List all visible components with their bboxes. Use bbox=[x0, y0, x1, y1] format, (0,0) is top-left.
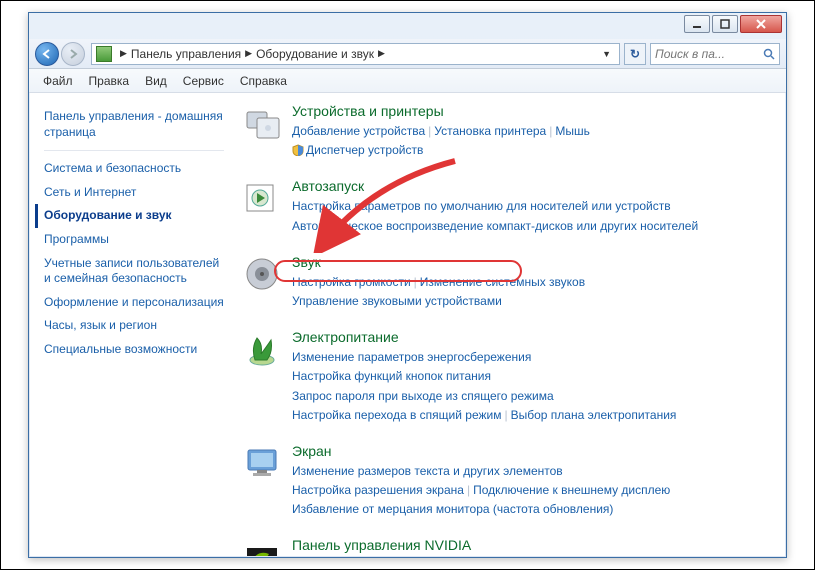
close-button[interactable] bbox=[740, 15, 782, 33]
sidebar-item[interactable]: Учетные записи пользователей и семейная … bbox=[44, 252, 224, 291]
task-link[interactable]: Диспетчер устройств bbox=[306, 143, 423, 157]
menu-сервис[interactable]: Сервис bbox=[175, 74, 232, 88]
content-area: Устройства и принтеры Добавление устройст… bbox=[230, 93, 785, 556]
category-nvidia[interactable]: Панель управления NVIDIA bbox=[292, 537, 773, 553]
breadcrumb-root[interactable]: Панель управления bbox=[131, 47, 241, 61]
sidebar-item[interactable]: Часы, язык и регион bbox=[44, 314, 224, 338]
autoplay-icon bbox=[242, 178, 282, 218]
menubar: ФайлПравкаВидСервисСправка bbox=[29, 69, 786, 93]
display-icon bbox=[242, 443, 282, 483]
task-link[interactable]: Добавление устройства bbox=[292, 124, 425, 138]
chevron-right-icon: ▶ bbox=[245, 48, 252, 59]
shield-icon bbox=[292, 144, 304, 156]
task-link[interactable]: Управление звуковыми устройствами bbox=[292, 294, 502, 308]
category-devices[interactable]: Устройства и принтеры bbox=[292, 103, 773, 119]
chevron-right-icon: ▶ bbox=[120, 48, 127, 59]
control-panel-icon bbox=[96, 46, 112, 62]
task-link[interactable]: Настройка разрешения экрана bbox=[292, 483, 464, 497]
breadcrumb-current[interactable]: Оборудование и звук bbox=[256, 47, 374, 61]
task-link[interactable]: Избавление от мерцания монитора (частота… bbox=[292, 502, 613, 516]
sidebar-item[interactable]: Оборудование и звук bbox=[35, 204, 224, 228]
task-link[interactable]: Установка принтера bbox=[434, 124, 546, 138]
task-link[interactable]: Настройка громкости bbox=[292, 275, 411, 289]
chevron-down-icon[interactable]: ▼ bbox=[602, 49, 611, 59]
menu-вид[interactable]: Вид bbox=[137, 74, 175, 88]
sidebar-item[interactable]: Сеть и Интернет bbox=[44, 181, 224, 205]
menu-правка[interactable]: Правка bbox=[81, 74, 138, 88]
search-icon bbox=[763, 48, 775, 60]
nvidia-icon bbox=[242, 537, 282, 556]
sidebar: Панель управления - домашняя страница Сис… bbox=[30, 93, 230, 556]
task-link[interactable]: Изменение размеров текста и других элеме… bbox=[292, 464, 563, 478]
menu-файл[interactable]: Файл bbox=[35, 74, 81, 88]
sidebar-item[interactable]: Оформление и персонализация bbox=[44, 291, 224, 315]
sound-icon bbox=[242, 254, 282, 294]
task-link[interactable]: Автоматическое воспроизведение компакт-д… bbox=[292, 219, 698, 233]
minimize-button[interactable] bbox=[684, 15, 710, 33]
category-autoplay[interactable]: Автозапуск bbox=[292, 178, 773, 194]
chevron-right-icon: ▶ bbox=[378, 48, 385, 59]
nav-back-button[interactable] bbox=[35, 42, 59, 66]
nav-forward-button bbox=[61, 42, 85, 66]
task-link[interactable]: Настройка параметров по умолчанию для но… bbox=[292, 199, 671, 213]
task-link[interactable]: Подключение к внешнему дисплею bbox=[473, 483, 670, 497]
category-sound[interactable]: Звук bbox=[292, 254, 773, 270]
sidebar-home[interactable]: Панель управления - домашняя страница bbox=[44, 105, 224, 144]
search-input[interactable] bbox=[655, 47, 763, 61]
task-link[interactable]: Настройка перехода в спящий режим bbox=[292, 408, 501, 422]
category-display[interactable]: Экран bbox=[292, 443, 773, 459]
sidebar-item[interactable]: Система и безопасность bbox=[44, 157, 224, 181]
task-link[interactable]: Выбор плана электропитания bbox=[511, 408, 677, 422]
task-link[interactable]: Запрос пароля при выходе из спящего режи… bbox=[292, 389, 554, 403]
task-link[interactable]: Настройка функций кнопок питания bbox=[292, 369, 491, 383]
devices-icon bbox=[242, 103, 282, 143]
maximize-button[interactable] bbox=[712, 15, 738, 33]
sidebar-item[interactable]: Программы bbox=[44, 228, 224, 252]
power-icon bbox=[242, 329, 282, 369]
sidebar-item[interactable]: Специальные возможности bbox=[44, 338, 224, 362]
task-link[interactable]: Изменение системных звуков bbox=[420, 275, 585, 289]
menu-справка[interactable]: Справка bbox=[232, 74, 295, 88]
search-box[interactable] bbox=[650, 43, 780, 65]
task-link[interactable]: Мышь bbox=[555, 124, 590, 138]
breadcrumb[interactable]: ▶ Панель управления ▶ Оборудование и зву… bbox=[91, 43, 620, 65]
refresh-button[interactable]: ↻ bbox=[624, 43, 646, 65]
task-link[interactable]: Изменение параметров энергосбережения bbox=[292, 350, 531, 364]
category-power[interactable]: Электропитание bbox=[292, 329, 773, 345]
